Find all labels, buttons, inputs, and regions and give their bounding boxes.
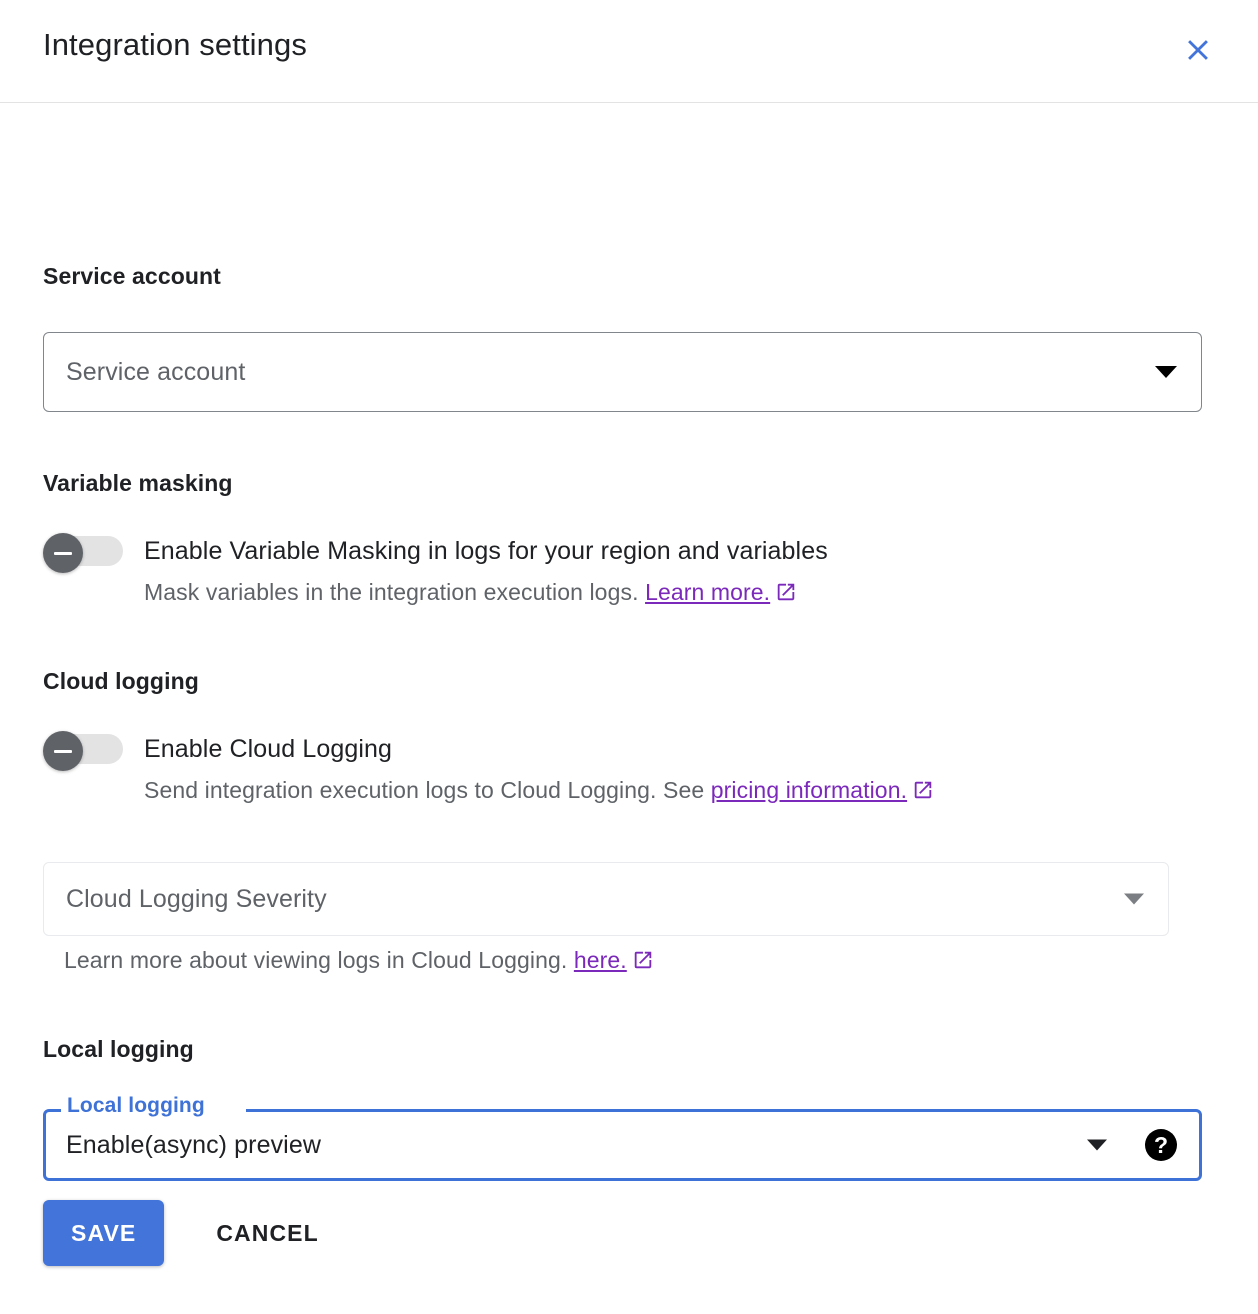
minus-icon	[54, 552, 72, 555]
chevron-down-icon	[1124, 894, 1144, 905]
cloud-logging-helper-text: Learn more about viewing logs in Cloud L…	[64, 947, 654, 974]
local-logging-section: Local logging	[43, 1036, 194, 1063]
service-account-heading: Service account	[43, 263, 221, 290]
cloud-logging-description-text: Send integration execution logs to Cloud…	[144, 777, 704, 803]
dialog-header: Integration settings	[0, 0, 1258, 103]
here-link[interactable]: here.	[574, 947, 627, 973]
variable-masking-toggle[interactable]	[43, 533, 123, 569]
local-logging-value: Enable(async) preview	[66, 1131, 321, 1160]
service-account-select[interactable]: Service account	[43, 332, 1202, 412]
cloud-logging-toggle[interactable]	[43, 731, 123, 767]
variable-masking-toggle-label: Enable Variable Masking in logs for your…	[144, 537, 828, 566]
cloud-logging-section: Cloud logging	[43, 668, 199, 695]
local-logging-heading: Local logging	[43, 1036, 194, 1063]
variable-masking-section: Variable masking	[43, 470, 233, 497]
cloud-logging-helper-prefix: Learn more about viewing logs in Cloud L…	[64, 947, 567, 973]
cancel-button[interactable]: CANCEL	[192, 1200, 342, 1266]
local-logging-field-label: Local logging	[67, 1095, 205, 1116]
open-in-new-icon[interactable]	[912, 779, 934, 801]
chevron-down-icon	[1087, 1140, 1107, 1151]
cloud-logging-toggle-label: Enable Cloud Logging	[144, 735, 392, 764]
variable-masking-description-text: Mask variables in the integration execut…	[144, 579, 639, 605]
page-title: Integration settings	[43, 27, 307, 63]
cloud-logging-severity-value: Cloud Logging Severity	[66, 885, 327, 914]
local-logging-select[interactable]: Local logging Enable(async) preview ?	[43, 1109, 1202, 1181]
open-in-new-icon[interactable]	[632, 949, 654, 971]
variable-masking-heading: Variable masking	[43, 470, 233, 497]
open-in-new-icon[interactable]	[775, 581, 797, 603]
close-button[interactable]	[1174, 26, 1222, 74]
service-account-select-value: Service account	[66, 358, 245, 387]
cloud-logging-severity-select[interactable]: Cloud Logging Severity	[43, 862, 1169, 936]
variable-masking-description: Mask variables in the integration execut…	[144, 579, 797, 606]
chevron-down-icon	[1155, 366, 1177, 378]
minus-icon	[54, 750, 72, 753]
cloud-logging-heading: Cloud logging	[43, 668, 199, 695]
close-icon	[1181, 33, 1215, 67]
learn-more-link[interactable]: Learn more.	[645, 579, 770, 605]
pricing-information-link[interactable]: pricing information.	[711, 777, 907, 803]
save-button[interactable]: SAVE	[43, 1200, 164, 1266]
footer-actions: SAVE CANCEL	[43, 1200, 343, 1266]
help-icon[interactable]: ?	[1145, 1129, 1177, 1161]
toggle-thumb	[43, 731, 83, 771]
service-account-section: Service account	[43, 263, 221, 290]
cloud-logging-description: Send integration execution logs to Cloud…	[144, 777, 934, 804]
toggle-thumb	[43, 533, 83, 573]
